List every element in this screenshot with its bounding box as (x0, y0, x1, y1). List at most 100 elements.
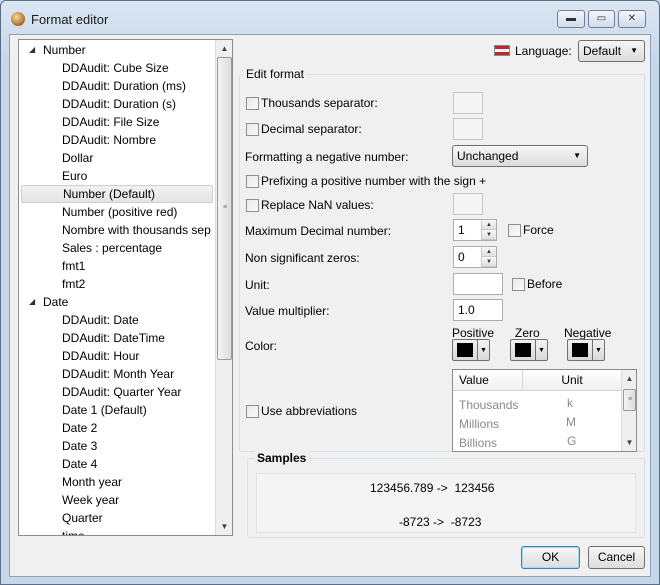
abbreviation-value-cell[interactable]: Billions (459, 434, 497, 451)
tree-item-label: DDAudit: Duration (ms) (62, 79, 187, 93)
prefix-positive-label: Prefixing a positive number with the sig… (261, 174, 487, 188)
negative-color-button[interactable] (567, 339, 593, 361)
use-abbreviations-checkbox[interactable] (246, 405, 259, 418)
tree-item[interactable]: Date 2 (19, 419, 215, 437)
decimal-separator-checkbox[interactable] (246, 123, 259, 136)
tree-item[interactable]: DDAudit: Duration (s) (19, 95, 215, 113)
abbreviation-value-cell[interactable]: Thousands (459, 396, 518, 414)
spin-down-icon[interactable]: ▼ (482, 257, 496, 267)
tree-item-label: DDAudit: File Size (62, 115, 160, 129)
cancel-button[interactable]: Cancel (588, 546, 645, 569)
positive-color-dropdown[interactable]: ▼ (478, 339, 490, 361)
close-button[interactable]: ✕ (618, 10, 646, 28)
tree-item[interactable]: Nombre with thousands sep (19, 221, 215, 239)
tree-scrollbar[interactable]: ▲ ≡ ▼ (215, 40, 232, 535)
tree-item[interactable]: DDAudit: DateTime (19, 329, 215, 347)
tree-item[interactable]: Number (Default) (21, 185, 213, 203)
tree-item[interactable]: Date 3 (19, 437, 215, 455)
chevron-down-icon: ▼ (538, 347, 545, 354)
force-checkbox[interactable] (508, 224, 521, 237)
abbreviation-value-cell[interactable]: Millions (459, 415, 499, 433)
scroll-up-icon[interactable]: ▲ (217, 41, 232, 56)
zero-color-button[interactable] (510, 339, 536, 361)
scroll-down-icon[interactable]: ▼ (217, 519, 232, 534)
tree-item-label: DDAudit: Date (62, 313, 139, 327)
expand-icon[interactable]: ◢ (29, 41, 35, 59)
abbreviation-unit-cell[interactable]: G (567, 432, 576, 450)
max-decimal-stepper[interactable]: 1 ▲ ▼ (453, 219, 497, 241)
before-checkbox[interactable] (512, 278, 525, 291)
scroll-down-icon[interactable]: ▼ (623, 435, 636, 450)
zero-color-dropdown[interactable]: ▼ (536, 339, 548, 361)
tree-item[interactable]: Sales : percentage (19, 239, 215, 257)
replace-nan-input[interactable] (453, 193, 483, 215)
tree-item[interactable]: DDAudit: Date (19, 311, 215, 329)
language-select[interactable]: Default ▼ (578, 40, 645, 62)
tree-item[interactable]: DDAudit: Duration (ms) (19, 77, 215, 95)
tree-item[interactable]: DDAudit: Nombre (19, 131, 215, 149)
abbreviations-scrollbar[interactable]: ▲ ≡ ▼ (621, 370, 636, 451)
language-value: Default (583, 44, 622, 58)
scroll-thumb[interactable]: ≡ (217, 57, 232, 360)
force-label: Force (523, 223, 554, 237)
negative-number-label: Formatting a negative number: (245, 150, 409, 164)
tree-item-label: Date 2 (62, 421, 98, 435)
replace-nan-checkbox[interactable] (246, 199, 259, 212)
title-bar[interactable]: Format editor ▬ ▭ ✕ (1, 1, 659, 35)
unit-column-header[interactable]: Unit (523, 370, 621, 391)
max-decimal-spinner[interactable]: ▲ ▼ (481, 220, 496, 240)
abbreviations-table[interactable]: Value Unit Thousands k Millions M Billio… (452, 369, 637, 452)
positive-color-button[interactable] (452, 339, 478, 361)
tree-item[interactable]: Week year (19, 491, 215, 509)
tree-item[interactable]: fmt1 (19, 257, 215, 275)
tree-item[interactable]: DDAudit: Quarter Year (19, 383, 215, 401)
spin-up-icon[interactable]: ▲ (482, 247, 496, 257)
color-negative-label: Negative (564, 326, 612, 340)
tree-item-label: Number (positive red) (62, 205, 178, 219)
ok-button[interactable]: OK (521, 546, 580, 569)
tree-item[interactable]: Dollar (19, 149, 215, 167)
format-editor-window: Format editor ▬ ▭ ✕ ◢ Number DDAudit: Cube… (0, 0, 660, 585)
thousands-separator-input[interactable] (453, 92, 483, 114)
tree-item-label: fmt1 (62, 259, 86, 273)
tree-item[interactable]: Quarter (19, 509, 215, 527)
decimal-separator-input[interactable] (453, 118, 483, 140)
tree-item-label: Date 1 (Default) (62, 403, 147, 417)
chevron-down-icon: ▼ (630, 46, 638, 55)
value-multiplier-input[interactable]: 1.0 (453, 299, 503, 321)
tree-item[interactable]: Date 4 (19, 455, 215, 473)
thousands-separator-checkbox[interactable] (246, 97, 259, 110)
tree-item[interactable]: time (19, 527, 215, 535)
expand-icon[interactable]: ◢ (29, 293, 35, 311)
negative-number-select[interactable]: Unchanged ▼ (452, 145, 588, 167)
prefix-positive-checkbox[interactable] (246, 175, 259, 188)
spin-down-icon[interactable]: ▼ (482, 230, 496, 240)
close-icon: ✕ (627, 13, 637, 24)
abbreviation-unit-cell[interactable]: k (567, 394, 573, 412)
minimize-button[interactable]: ▬ (557, 10, 585, 28)
tree-item[interactable]: DDAudit: Month Year (19, 365, 215, 383)
unit-input[interactable] (453, 273, 503, 295)
format-tree[interactable]: ◢ Number DDAudit: Cube Size DDAudit: Durati… (18, 39, 233, 536)
tree-group[interactable]: ◢ Date (19, 293, 215, 311)
maximize-button[interactable]: ▭ (588, 10, 615, 28)
tree-item[interactable]: Number (positive red) (19, 203, 215, 221)
tree-item[interactable]: fmt2 (19, 275, 215, 293)
scroll-up-icon[interactable]: ▲ (623, 371, 636, 386)
tree-item-label: fmt2 (62, 277, 86, 291)
tree-item[interactable]: Date 1 (Default) (19, 401, 215, 419)
tree-item[interactable]: DDAudit: Cube Size (19, 59, 215, 77)
tree-item[interactable]: Month year (19, 473, 215, 491)
tree-item[interactable]: Euro (19, 167, 215, 185)
negative-color-dropdown[interactable]: ▼ (593, 339, 605, 361)
value-column-header[interactable]: Value (453, 370, 523, 391)
scroll-thumb[interactable]: ≡ (623, 389, 636, 411)
tree-item[interactable]: DDAudit: Hour (19, 347, 215, 365)
tree-item[interactable]: DDAudit: File Size (19, 113, 215, 131)
zero-color-swatch (515, 343, 531, 357)
tree-group[interactable]: ◢ Number (19, 41, 215, 59)
non-significant-zeros-spinner[interactable]: ▲ ▼ (481, 247, 496, 267)
spin-up-icon[interactable]: ▲ (482, 220, 496, 230)
abbreviation-unit-cell[interactable]: M (566, 413, 576, 431)
non-significant-zeros-stepper[interactable]: 0 ▲ ▼ (453, 246, 497, 268)
